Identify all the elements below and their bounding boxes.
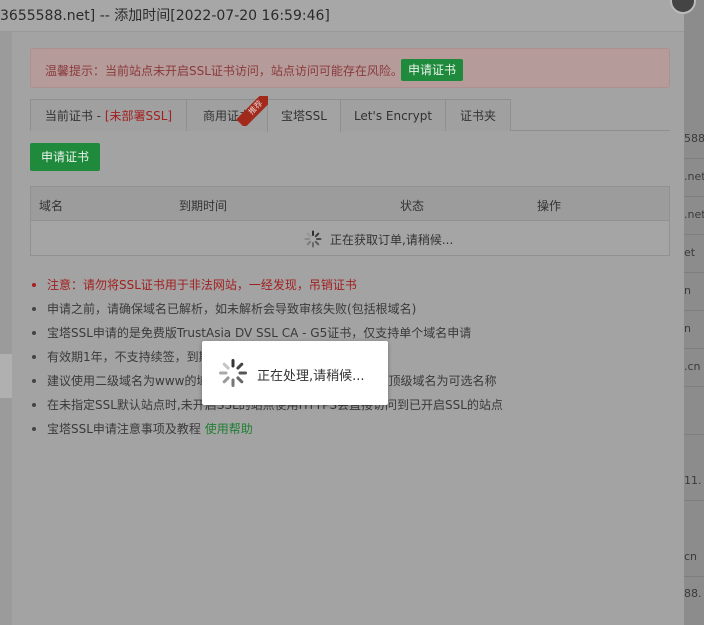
bg-divider	[684, 348, 704, 349]
bg-divider	[684, 434, 704, 435]
tab-current-cert[interactable]: 当前证书 - [未部署SSL]	[30, 99, 187, 131]
loading-text: 正在获取订单,请稍候...	[330, 233, 454, 247]
column-header-actions: 操作	[537, 199, 562, 213]
processing-toast: 正在处理,请稍候...	[202, 341, 388, 405]
ssl-tabs: 当前证书 - [未部署SSL] 商用证书 宝塔SSL Let's Encrypt…	[30, 99, 670, 132]
tab-lets-encrypt[interactable]: Let's Encrypt	[340, 99, 446, 131]
bg-divider	[684, 310, 704, 311]
bg-cell: .net	[684, 208, 704, 221]
loading-spinner-icon	[219, 359, 247, 387]
tab-cert-folder[interactable]: 证书夹	[445, 99, 511, 131]
bg-divider	[684, 158, 704, 159]
bg-divider	[684, 196, 704, 197]
column-header-domain: 域名	[39, 199, 64, 213]
bg-cell: 88.	[684, 587, 702, 600]
site-settings-menu	[0, 32, 12, 625]
menu-item-ssl[interactable]	[0, 354, 12, 398]
dialog-header: 3655588.net] -- 添加时间[2022-07-20 16:59:46…	[0, 0, 684, 32]
note-text: 宝塔SSL申请注意事项及教程	[47, 422, 205, 436]
loading-spinner-icon	[304, 230, 322, 248]
tab-label: 宝塔SSL	[281, 109, 327, 123]
tab-label: 证书夹	[459, 109, 496, 123]
column-header-status: 状态	[400, 199, 425, 213]
tab-status-badge: [未部署SSL]	[104, 109, 173, 123]
bg-divider	[684, 576, 704, 577]
bg-cell: 11.	[684, 474, 702, 487]
bg-divider	[684, 234, 704, 235]
table-header: 域名 到期时间 状态 操作	[31, 187, 669, 221]
ssl-warning-alert: 温馨提示：当前站点未开启SSL证书访问，站点访问可能存在风险。 申请证书	[30, 48, 670, 88]
background-page: 588 .net .net et n n .cn 11. cn 88.	[684, 0, 704, 625]
alert-apply-cert-button[interactable]: 申请证书	[401, 59, 464, 81]
column-header-expiry: 到期时间	[179, 199, 228, 213]
list-item: 申请之前，请确保域名已解析，如未解析会导致审核失败(包括根域名)	[32, 297, 503, 321]
recommend-ribbon: 推荐	[236, 96, 268, 126]
bg-cell: et	[684, 246, 696, 259]
tab-label: 当前证书 -	[44, 109, 105, 123]
bg-cell: cn	[684, 550, 698, 563]
toast-text: 正在处理,请稍候...	[257, 369, 365, 384]
tab-label: Let's Encrypt	[353, 109, 433, 123]
list-item: 注意：请勿将SSL证书用于非法网站，一经发现，吊销证书	[32, 273, 503, 297]
bg-divider	[684, 272, 704, 273]
ribbon-label: 推荐	[236, 96, 268, 126]
bg-cell: .net	[684, 170, 704, 183]
help-link[interactable]: 使用帮助	[205, 422, 253, 436]
tab-baota-ssl[interactable]: 宝塔SSL	[267, 99, 341, 132]
list-item: 宝塔SSL申请注意事项及教程 使用帮助	[32, 417, 503, 441]
bg-cell: n	[684, 284, 691, 297]
table-loading-row: 正在获取订单,请稍候...	[31, 221, 669, 255]
apply-cert-button[interactable]: 申请证书	[30, 143, 101, 171]
bg-cell: 588	[684, 132, 704, 145]
bg-divider	[684, 500, 704, 501]
bg-cell: n	[684, 322, 691, 335]
alert-text: 温馨提示：当前站点未开启SSL证书访问，站点访问可能存在风险。	[45, 64, 403, 78]
dialog-title: 3655588.net] -- 添加时间[2022-07-20 16:59:46…	[0, 8, 330, 24]
ssl-dialog: 3655588.net] -- 添加时间[2022-07-20 16:59:46…	[0, 0, 684, 625]
orders-table: 域名 到期时间 状态 操作 正在获取订单,请稍候...	[30, 186, 670, 256]
bg-cell: .cn	[684, 360, 701, 373]
bg-divider	[684, 386, 704, 387]
